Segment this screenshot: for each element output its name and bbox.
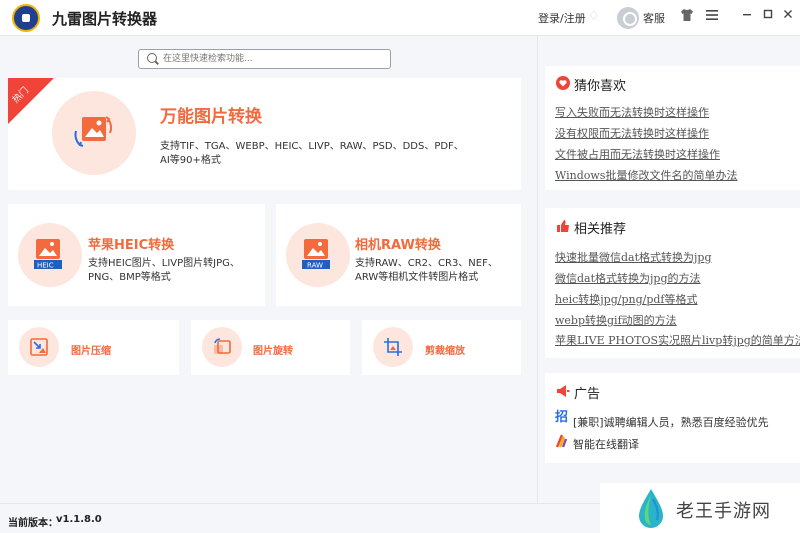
- vip-diamond-icon[interactable]: ♢: [588, 10, 602, 24]
- customer-service-button[interactable]: 客服: [643, 10, 665, 26]
- guess-you-like-title: 猜你喜欢: [574, 79, 627, 94]
- recommend-link-1[interactable]: 快速批量微信dat格式转换为jpg: [555, 249, 712, 265]
- thumbs-up-icon: [557, 220, 569, 232]
- close-icon[interactable]: [779, 8, 797, 26]
- ads-section: 广告 招 [兼职]诚聘编辑人员，熟悉百度经验优先 智能在线翻译: [545, 373, 800, 463]
- recommend-link-4[interactable]: webp转换gif动图的方法: [555, 312, 677, 328]
- guess-link-4[interactable]: Windows批量修改文件名的简单办法: [555, 167, 737, 183]
- app-logo-icon: [12, 4, 40, 32]
- login-register-link[interactable]: 登录/注册: [538, 10, 586, 26]
- megaphone-icon: [557, 385, 570, 397]
- recommend-link-2[interactable]: 微信dat格式转换为jpg的方法: [555, 270, 701, 286]
- universal-convert-desc-line2: AI等90+格式: [160, 155, 221, 166]
- guess-link-2[interactable]: 没有权限而无法转换时这样操作: [555, 125, 709, 141]
- recommend-link-3[interactable]: heic转换jpg/png/pdf等格式: [555, 291, 698, 307]
- panel-divider: [537, 36, 538, 503]
- tool-rotate-label: 图片旋转: [253, 346, 293, 357]
- title-bar: 九雷图片转换器 登录/注册 ♢ 客服: [0, 0, 800, 36]
- ad-item-recruit[interactable]: [兼职]诚聘编辑人员，熟悉百度经验优先: [573, 414, 769, 430]
- image-crop-icon: [384, 338, 402, 356]
- tool-rotate-card[interactable]: 图片旋转: [191, 320, 350, 375]
- guess-link-3[interactable]: 文件被占用而无法转换时这样操作: [555, 146, 720, 162]
- ads-title: 广告: [574, 387, 601, 402]
- search-icon: [147, 53, 157, 63]
- svg-text:HEIC: HEIC: [37, 262, 54, 270]
- version-label: 当前版本：: [8, 518, 58, 529]
- raw-desc-line2: ARW等相机文件转图片格式: [355, 272, 479, 283]
- version-value: v1.1.8.0: [56, 514, 102, 525]
- heic-convert-desc: 支持HEIC图片、LIVP图片转JPG、 PNG、BMP等格式: [88, 257, 240, 285]
- universal-convert-card[interactable]: 热门 万能图片转换 支持TIF、TGA、WEBP、HEIC、LIVP、RAW、P…: [8, 78, 521, 190]
- heic-desc-line1: 支持HEIC图片、LIVP图片转JPG、: [88, 258, 240, 269]
- universal-convert-title: 万能图片转换: [160, 107, 262, 127]
- raw-file-icon: RAW: [302, 239, 330, 270]
- raw-desc-line1: 支持RAW、CR2、CR3、NEF、: [355, 258, 498, 269]
- image-rotate-icon: [214, 338, 231, 354]
- guess-you-like-section: 猜你喜欢 写入失败而无法转换时这样操作 没有权限而无法转换时这样操作 文件被占用…: [545, 66, 800, 190]
- heic-file-icon: HEIC: [34, 239, 62, 270]
- guess-link-1[interactable]: 写入失败而无法转换时这样操作: [555, 104, 709, 120]
- app-title: 九雷图片转换器: [52, 10, 158, 28]
- recommend-link-5[interactable]: 苹果LIVE PHOTOS实况照片livp转jpg的简单方法: [555, 332, 800, 348]
- universal-convert-desc-line1: 支持TIF、TGA、WEBP、HEIC、LIVP、RAW、PSD、DDS、PDF…: [160, 141, 464, 152]
- heic-desc-line2: PNG、BMP等格式: [88, 272, 171, 283]
- tool-compress-label: 图片压缩: [71, 346, 111, 357]
- heart-icon: [556, 76, 570, 90]
- recruit-icon: 招: [555, 410, 569, 425]
- raw-convert-title: 相机RAW转换: [355, 238, 441, 253]
- ad-item-translate[interactable]: 智能在线翻译: [573, 436, 639, 452]
- image-compress-icon: [30, 338, 48, 356]
- tool-crop-label: 剪裁缩放: [425, 346, 465, 357]
- heic-convert-title: 苹果HEIC转换: [88, 238, 175, 253]
- universal-convert-desc: 支持TIF、TGA、WEBP、HEIC、LIVP、RAW、PSD、DDS、PDF…: [160, 140, 480, 168]
- tool-compress-card[interactable]: 图片压缩: [8, 320, 179, 375]
- customer-service-avatar-icon[interactable]: [617, 7, 639, 29]
- watermark: 老王手游网: [600, 483, 800, 533]
- skin-shirt-icon[interactable]: [678, 8, 696, 26]
- watermark-text: 老王手游网: [676, 501, 771, 522]
- svg-text:RAW: RAW: [307, 262, 323, 270]
- search-box[interactable]: [138, 49, 391, 69]
- tool-crop-card[interactable]: 剪裁缩放: [362, 320, 521, 375]
- recommend-title: 相关推荐: [574, 222, 627, 237]
- image-convert-icon: [74, 116, 113, 147]
- menu-icon[interactable]: [703, 8, 721, 26]
- translate-icon: [555, 434, 568, 448]
- search-input[interactable]: [163, 52, 383, 66]
- watermark-drop-icon: [639, 489, 663, 528]
- heic-convert-card[interactable]: HEIC 苹果HEIC转换 支持HEIC图片、LIVP图片转JPG、 PNG、B…: [8, 204, 265, 306]
- maximize-icon[interactable]: [759, 8, 777, 26]
- minimize-icon[interactable]: [738, 8, 756, 26]
- recommend-section: 相关推荐 快速批量微信dat格式转换为jpg 微信dat格式转换为jpg的方法 …: [545, 208, 800, 358]
- raw-convert-card[interactable]: RAW 相机RAW转换 支持RAW、CR2、CR3、NEF、 ARW等相机文件转…: [276, 204, 521, 306]
- raw-convert-desc: 支持RAW、CR2、CR3、NEF、 ARW等相机文件转图片格式: [355, 257, 498, 285]
